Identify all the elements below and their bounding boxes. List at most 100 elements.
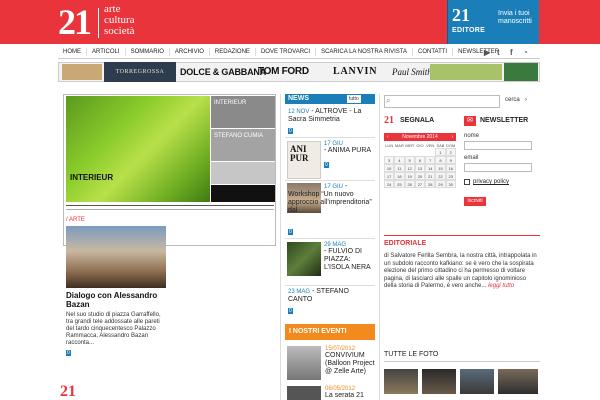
comment-count-badge[interactable]: 0 <box>66 350 71 356</box>
photo-thumb[interactable] <box>460 369 494 394</box>
logo-number[interactable]: 21 <box>58 4 92 40</box>
ad-bird-image[interactable] <box>62 64 102 80</box>
featured-thumb-4[interactable] <box>211 185 275 202</box>
calendar-day[interactable]: 29 <box>435 180 446 188</box>
calendar-day[interactable]: 17 <box>384 172 395 180</box>
ad-dolce-gabbana[interactable]: DOLCE & GABBANA <box>180 65 266 79</box>
photo-thumb[interactable] <box>498 369 538 394</box>
calendar-day[interactable]: 2 <box>445 148 456 156</box>
news-item[interactable]: 23 MAG - STEFANO CANTO <box>288 288 374 304</box>
news-all-link[interactable]: tutto <box>347 95 361 103</box>
ad-tom-ford[interactable]: TOM FORD <box>258 65 309 79</box>
news-item[interactable]: 29 MAG - FULVIO DI PIAZZA: L’ISOLA NERA <box>324 242 374 272</box>
calendar-next-icon[interactable]: › <box>451 134 453 140</box>
event-item[interactable]: 06/05/2012 La serata 21 <box>325 386 375 400</box>
calendar-day[interactable]: 22 <box>435 172 446 180</box>
featured-thumb-3[interactable] <box>211 162 275 184</box>
calendar-day[interactable]: 5 <box>404 156 415 164</box>
calendar-day[interactable]: 12 <box>404 164 415 172</box>
calendar-day[interactable]: 16 <box>445 164 456 172</box>
news-item[interactable]: 12 NOV - ALTROVE - La Sacra Simmetria <box>288 108 374 124</box>
chevron-right-icon[interactable]: › <box>525 97 527 103</box>
ad-lanvin[interactable]: LANVIN <box>333 65 377 79</box>
news-item[interactable]: 17 GIU - ANIMA PURA <box>324 141 374 155</box>
ad-gallery-icon[interactable] <box>504 63 538 81</box>
main-nav: HOME ARTICOLI SOMMARIO ARCHIVIO REDAZION… <box>58 46 540 59</box>
calendar-day[interactable]: 30 <box>445 180 456 188</box>
calendar-day[interactable]: 18 <box>394 172 405 180</box>
calendar-day[interactable]: 8 <box>435 156 446 164</box>
comment-count-badge[interactable]: 0 <box>324 162 329 168</box>
calendar-day[interactable]: 21 <box>425 172 436 180</box>
privacy-link[interactable]: privacy policy <box>473 179 509 185</box>
twitter-icon[interactable]: t <box>497 48 500 57</box>
nav-archivio[interactable]: ARCHIVIO <box>170 48 210 56</box>
newsletter-name-field[interactable] <box>464 141 532 150</box>
event-image-convivium[interactable] <box>287 346 321 380</box>
featured-thumb-1[interactable]: INTERIEUR <box>211 96 275 128</box>
read-more-link[interactable]: leggi tutto <box>488 283 514 289</box>
calendar-day[interactable]: 1 <box>435 148 446 156</box>
photo-thumb[interactable] <box>422 369 456 394</box>
calendar-day[interactable]: 27 <box>414 180 426 188</box>
newsletter-email-field[interactable] <box>464 163 532 172</box>
nav-sommario[interactable]: SOMMARIO <box>126 48 170 56</box>
photos-label[interactable]: TUTTE LE FOTO <box>384 351 438 358</box>
facebook-icon[interactable]: f <box>510 48 513 57</box>
calendar-prev-icon[interactable]: ‹ <box>387 134 389 140</box>
news-image-fulvio[interactable] <box>287 242 321 276</box>
article-title[interactable]: Dialogo con Alessandro Bazan <box>66 291 166 309</box>
nav-articoli[interactable]: ARTICOLI <box>87 48 126 56</box>
editore-number: 21 <box>452 5 470 25</box>
column-divider <box>280 94 281 400</box>
calendar-day[interactable]: 23 <box>445 172 456 180</box>
calendar-day[interactable]: 14 <box>425 164 436 172</box>
calendar-day[interactable]: 10 <box>384 164 395 172</box>
calendar-day <box>384 148 394 156</box>
nav-scarica-rivista[interactable]: SCARICA LA NOSTRA RIVISTA <box>316 48 413 56</box>
featured-thumb-2[interactable]: STEFANO CUMIA <box>211 129 275 161</box>
calendar-day[interactable]: 9 <box>445 156 456 164</box>
calendar-day[interactable]: 28 <box>425 180 436 188</box>
nav-contatti[interactable]: CONTATTI <box>413 48 454 56</box>
featured-image[interactable] <box>66 96 210 202</box>
calendar-header: ‹ Novembre 2014 › <box>384 133 456 141</box>
ad-paul-smith[interactable]: Paul Smith <box>392 65 432 79</box>
ad-painting-image[interactable] <box>430 64 502 80</box>
calendar-day[interactable]: 6 <box>414 156 426 164</box>
news-date: 17 GIU <box>324 184 344 190</box>
calendar-day[interactable]: 11 <box>394 164 405 172</box>
search-input[interactable] <box>384 95 500 108</box>
comment-count-badge[interactable]: 0 <box>288 308 293 314</box>
calendar-day[interactable]: 4 <box>394 156 405 164</box>
calendar-day[interactable]: 20 <box>414 172 426 180</box>
search-button[interactable]: cerca <box>505 97 520 103</box>
calendar-day[interactable]: 15 <box>435 164 446 172</box>
news-image-anima-pura[interactable]: ANI PUR <box>287 141 321 179</box>
comment-count-badge[interactable]: 0 <box>288 128 293 134</box>
photo-thumb[interactable] <box>384 369 418 394</box>
nav-home[interactable]: HOME <box>58 48 87 56</box>
calendar-day[interactable]: 26 <box>404 180 415 188</box>
calendar-day[interactable]: 25 <box>394 180 405 188</box>
nav-redazione[interactable]: REDAZIONE <box>210 48 256 56</box>
calendar-day[interactable]: 3 <box>384 156 395 164</box>
rss-icon[interactable]: ◔ <box>523 48 528 57</box>
article-category[interactable]: / ARTE <box>66 217 85 223</box>
calendar-day[interactable]: 7 <box>425 156 436 164</box>
nav-dove-trovarci[interactable]: DOVE TROVARCI <box>256 48 317 56</box>
event-item[interactable]: 15/07/2012 CONVIVIUM (Balloon Project @ … <box>325 346 375 376</box>
calendar-day[interactable]: 13 <box>414 164 426 172</box>
article-image[interactable] <box>66 226 166 288</box>
comment-count-badge[interactable]: 0 <box>288 229 293 235</box>
featured-caption[interactable]: INTERIEUR <box>66 170 210 186</box>
news-item[interactable]: 17 GIU - Workshop “Un nuovo approccio al… <box>288 183 374 215</box>
privacy-checkbox[interactable] <box>464 179 470 185</box>
logo-words[interactable]: arte cultura società <box>104 4 135 37</box>
ad-torregrossa[interactable]: TORREGROSSA <box>104 62 176 82</box>
youtube-icon[interactable]: ▶ <box>484 48 490 57</box>
calendar-day[interactable]: 24 <box>384 180 395 188</box>
subscribe-button[interactable]: Iscriviti <box>464 197 486 206</box>
event-image-serata[interactable] <box>287 386 321 400</box>
calendar-day[interactable]: 19 <box>404 172 415 180</box>
